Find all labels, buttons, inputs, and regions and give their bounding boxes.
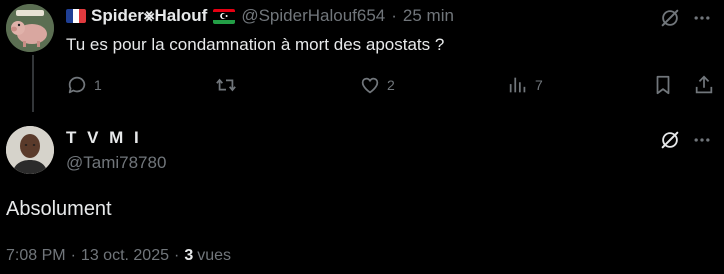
more-options-button[interactable]: [690, 128, 714, 152]
views-count: 3: [184, 247, 194, 264]
thread-connector-line: [32, 55, 34, 112]
repost-icon: [216, 78, 236, 92]
main-handle[interactable]: @Tami78780: [66, 153, 166, 173]
more-dots-icon: [694, 138, 710, 142]
reply-count: 1: [94, 77, 102, 93]
reply-icon: [68, 76, 86, 94]
parent-avatar[interactable]: [6, 4, 54, 52]
grok-icon: [661, 131, 679, 149]
parent-header: Spider⨳Halouf @SpiderHalouf654 · 25 min: [66, 5, 454, 27]
heart-icon: [361, 77, 379, 94]
grok-button[interactable]: [658, 6, 682, 30]
header-separator: ·: [391, 6, 397, 25]
flag-libya-icon: [213, 8, 236, 24]
more-dots-icon: [694, 16, 710, 20]
analytics-icon: [509, 77, 526, 93]
main-avatar[interactable]: [6, 126, 54, 174]
parent-handle[interactable]: @SpiderHalouf654: [241, 6, 385, 26]
tweet-metadata: 7:08 PM · 13 oct. 2025 · 3 vues: [6, 247, 231, 265]
grok-icon: [661, 9, 679, 27]
flag-france-icon: [66, 9, 86, 23]
reply-button[interactable]: 1: [66, 73, 102, 97]
like-count: 2: [387, 77, 395, 93]
views-button[interactable]: 7: [507, 73, 543, 97]
person-avatar-icon: [6, 126, 54, 174]
tweet-time[interactable]: 7:08 PM: [6, 247, 66, 265]
main-tweet: T V M I @Tami78780 Absolument 7:08 PM · …: [0, 112, 724, 274]
parent-tweet-text: Tu es pour la condamnation à mort des ap…: [66, 35, 445, 54]
tweet-date[interactable]: 13 oct. 2025: [81, 247, 169, 265]
meta-separator: ·: [70, 247, 76, 264]
pig-avatar-icon: [6, 4, 54, 52]
meta-separator: ·: [174, 247, 180, 264]
like-button[interactable]: 2: [359, 73, 395, 97]
bookmark-icon: [656, 75, 670, 95]
views-label: vues: [197, 247, 232, 264]
parent-name-text: Spider⨳Halouf: [91, 6, 208, 25]
share-icon: [695, 75, 713, 94]
grok-button[interactable]: [658, 128, 682, 152]
bookmark-button[interactable]: [652, 73, 674, 97]
views-count: 7: [535, 77, 543, 93]
repost-button[interactable]: [214, 73, 244, 97]
share-button[interactable]: [693, 73, 715, 97]
more-options-button[interactable]: [690, 6, 714, 30]
main-tweet-text: Absolument: [6, 198, 112, 220]
parent-tweet[interactable]: Spider⨳Halouf @SpiderHalouf654 · 25 min …: [0, 0, 724, 112]
parent-timestamp[interactable]: 25 min: [403, 6, 454, 26]
parent-display-name[interactable]: Spider⨳Halouf: [66, 6, 236, 26]
main-display-name[interactable]: T V M I: [66, 128, 142, 148]
